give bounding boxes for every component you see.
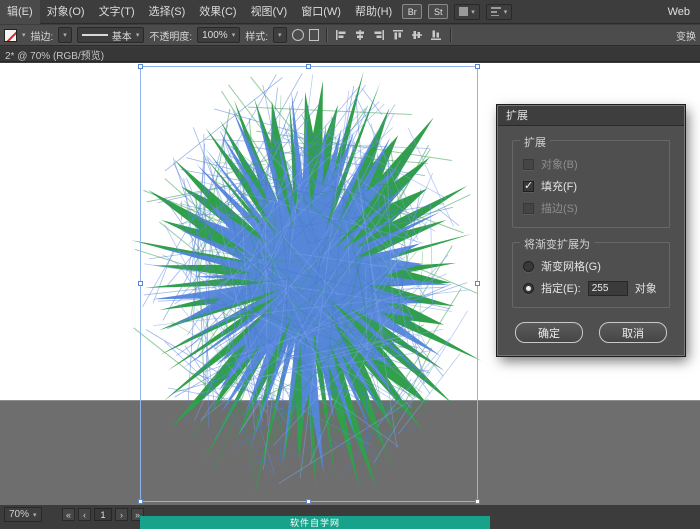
expand-dialog: 扩展 扩展 对象(B) 填充(F) 描边(S) 将渐变扩展为 渐变网格(G) [497, 105, 685, 356]
arrange-icon [459, 7, 469, 16]
menu-select[interactable]: 选择(S) [142, 0, 193, 24]
transform-panel-label[interactable]: 变换 [676, 28, 696, 43]
chevron-down-icon: ▾ [277, 32, 282, 39]
chevron-down-icon: ▾ [33, 511, 37, 519]
stroke-label: 描边: [30, 31, 54, 43]
chevron-down-icon[interactable]: ▾ [22, 31, 26, 39]
chevron-down-icon: ▾ [135, 32, 140, 39]
selection-handle[interactable] [475, 499, 480, 504]
stroke-none-swatch-icon[interactable] [4, 28, 17, 42]
document-setup-icon[interactable] [308, 29, 319, 41]
selection-handle[interactable] [306, 64, 311, 69]
cancel-button[interactable]: 取消 [599, 322, 667, 343]
dialog-title[interactable]: 扩展 [498, 106, 684, 126]
objects-suffix-label: 对象 [634, 283, 657, 295]
align-center-horizontal-icon[interactable] [353, 28, 367, 42]
chevron-down-icon: ▾ [63, 32, 67, 39]
first-artboard-button[interactable]: « [62, 508, 75, 521]
shape-style-icon[interactable] [291, 29, 304, 41]
document-title-bar: 2* @ 70% (RGB/预览) [0, 47, 700, 62]
menu-bar: 辑(E) 对象(O) 文字(T) 选择(S) 效果(C) 视图(V) 窗口(W)… [0, 0, 700, 24]
specify-objects-input[interactable] [587, 280, 628, 296]
fill-checkbox-label: 填充(F) [541, 181, 578, 193]
stroke-profile-value: 基本 [111, 31, 132, 43]
artboard-number: 1 [94, 508, 112, 521]
opacity-label: 不透明度: [149, 31, 193, 43]
arrange-documents-combo[interactable]: ▾ [454, 3, 480, 20]
selection-handle[interactable] [138, 64, 143, 69]
align-left-icon[interactable] [334, 28, 348, 42]
stroke-checkbox-label: 描边(S) [541, 203, 578, 215]
align-top-icon[interactable] [391, 28, 405, 42]
menu-window[interactable]: 窗口(W) [294, 0, 348, 24]
selection-handle[interactable] [475, 281, 480, 286]
specify-radio-label: 指定(E): [541, 283, 581, 295]
selection-handle[interactable] [138, 499, 143, 504]
document-title[interactable]: 2* @ 70% (RGB/预览) [5, 47, 104, 62]
object-checkbox[interactable] [523, 158, 534, 170]
menu-help[interactable]: 帮助(H) [348, 0, 399, 24]
next-artboard-button[interactable]: › [115, 508, 128, 521]
menu-type[interactable]: 文字(T) [92, 0, 142, 24]
object-checkbox-row: 对象(B) [523, 153, 659, 175]
separator [325, 28, 327, 42]
zoom-level-combo[interactable]: 70% ▾ [4, 507, 42, 522]
selection-handle[interactable] [306, 499, 311, 504]
align-right-icon[interactable] [372, 28, 386, 42]
separator [449, 28, 451, 42]
footer-banner-text: 软件自学网 [289, 518, 340, 528]
gradient-mesh-radio[interactable] [523, 260, 534, 272]
control-bar: ▾ 描边: ▾ 基本 ▾ 不透明度: 100% ▾ 样式: ▾ 变换 [0, 25, 700, 46]
stroke-profile-icon [81, 34, 108, 36]
previous-artboard-button[interactable]: ‹ [78, 508, 91, 521]
chevron-down-icon: ▾ [231, 32, 236, 39]
workspace-switcher[interactable]: Web [658, 6, 700, 18]
selection-handle[interactable] [138, 281, 143, 286]
opacity-combo[interactable]: 100% ▾ [197, 27, 241, 43]
stroke-weight-combo[interactable]: ▾ [58, 27, 72, 43]
gradient-group-label: 将渐变扩展为 [520, 236, 594, 252]
specify-radio[interactable] [523, 282, 534, 294]
gradient-mesh-radio-row: 渐变网格(G) [523, 255, 659, 277]
status-bar: 70% ▾ « ‹ 1 › » 软件自学网 [0, 505, 700, 529]
stroke-checkbox-row: 描边(S) [523, 197, 659, 219]
fill-checkbox-row: 填充(F) [523, 175, 659, 197]
artboard-navigation: « ‹ 1 › » [62, 507, 144, 522]
expand-group: 扩展 对象(B) 填充(F) 描边(S) [512, 134, 670, 228]
align-center-vertical-icon[interactable] [410, 28, 424, 42]
object-checkbox-label: 对象(B) [541, 159, 578, 171]
fill-checkbox[interactable] [523, 179, 534, 192]
chevron-down-icon: ▾ [471, 8, 475, 16]
chevron-down-icon: ▾ [503, 8, 508, 16]
style-label: 样式: [245, 31, 268, 43]
opacity-value: 100% [202, 29, 228, 41]
specify-radio-row: 指定(E): 对象 [523, 277, 659, 299]
stroke-profile-combo[interactable]: 基本 ▾ [76, 27, 145, 43]
expand-group-label: 扩展 [520, 134, 550, 150]
stroke-checkbox[interactable] [523, 202, 534, 214]
selection-handle[interactable] [475, 64, 480, 69]
align-bottom-icon[interactable] [429, 28, 443, 42]
footer-banner: 软件自学网 [140, 516, 490, 529]
gradient-mesh-radio-label: 渐变网格(G) [541, 261, 601, 273]
menu-effect[interactable]: 效果(C) [192, 0, 243, 24]
bridge-button[interactable]: Br [402, 4, 423, 19]
menu-object[interactable]: 对象(O) [40, 0, 92, 24]
style-combo[interactable]: ▾ [272, 27, 287, 43]
gradient-group: 将渐变扩展为 渐变网格(G) 指定(E): 对象 [512, 236, 670, 308]
menu-view[interactable]: 视图(V) [244, 0, 295, 24]
zoom-level-value: 70% [9, 509, 30, 520]
screen-mode-combo[interactable]: ▾ [485, 3, 513, 20]
stock-button[interactable]: St [428, 4, 449, 19]
ok-button[interactable]: 确定 [515, 322, 583, 343]
menu-edit[interactable]: 辑(E) [0, 0, 40, 24]
grid-icon [490, 7, 501, 16]
